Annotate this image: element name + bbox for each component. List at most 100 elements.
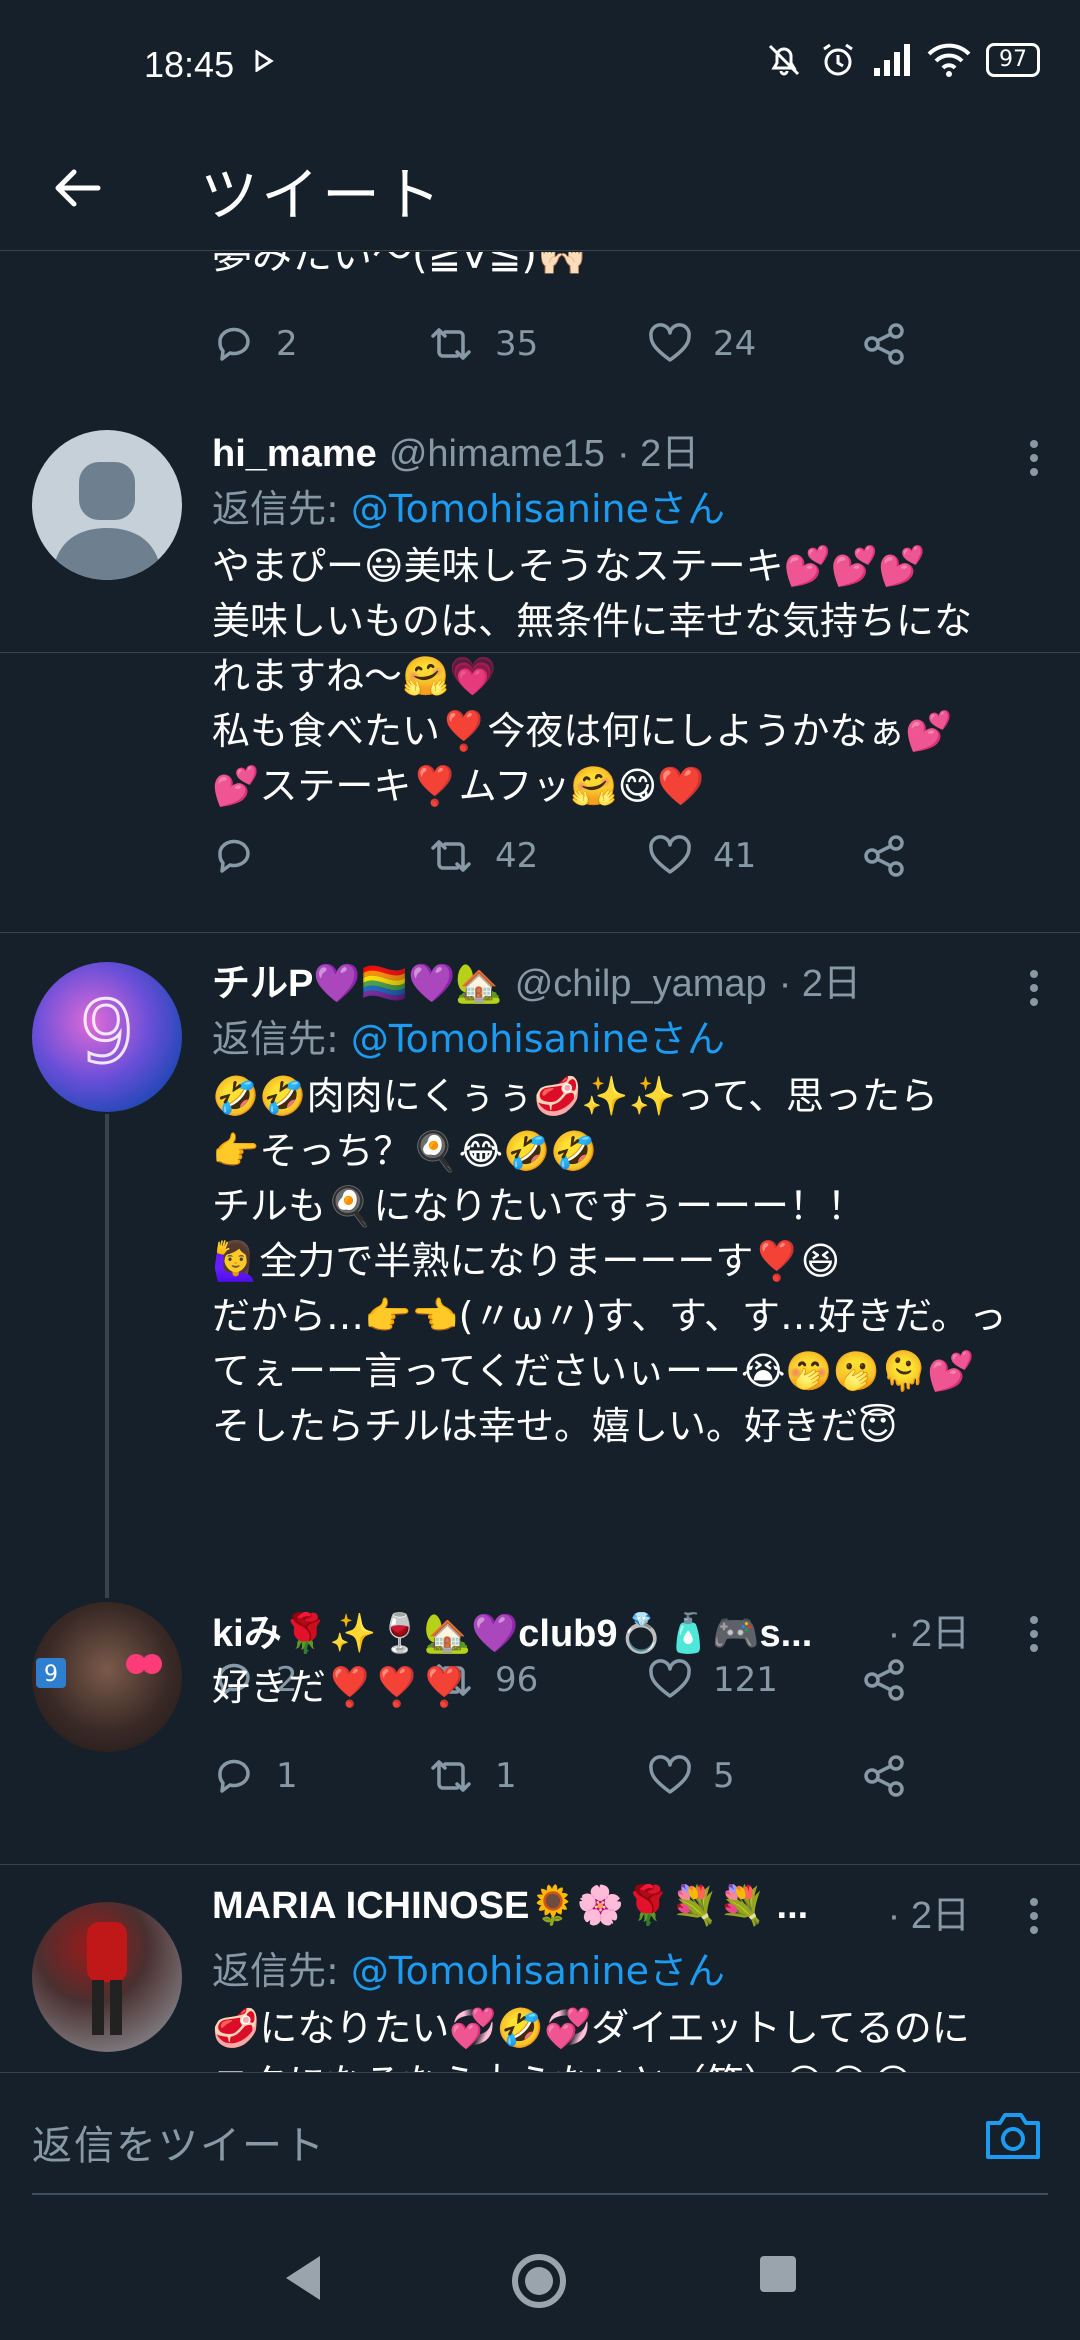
status-icons: 97 — [764, 40, 1040, 80]
more-options-icon[interactable] — [1030, 440, 1040, 482]
display-name[interactable]: hi_mame — [212, 433, 377, 474]
app-header: ツイート — [0, 130, 1080, 251]
avatar-person-photo — [87, 1922, 127, 2035]
tweet-content: MARIA ICHINOSE🌻🌸🌹💐💐 ... · 2日 返信先: @Tomoh… — [212, 1884, 1050, 2072]
retweet-icon — [431, 328, 471, 360]
like-button[interactable]: 24 — [647, 322, 756, 366]
retweet-count: 35 — [495, 324, 539, 364]
tweet-text: 🤣🤣肉肉にくぅぅ🥩✨✨って、思ったら 👉そっち？🍳😂🤣🤣 チルも🍳になりたいです… — [212, 1074, 1007, 1448]
like-count: 24 — [713, 324, 757, 364]
tweet-content: チルP💜🏳️‍🌈💜🏡 @chilp_yamap · 2日 返信先: @Tomoh… — [212, 952, 1050, 1454]
tweet-header: MARIA ICHINOSE🌻🌸🌹💐💐 ... · 2日 — [212, 1884, 1050, 1936]
like-count: 5 — [713, 1756, 735, 1796]
heart-icon — [649, 323, 691, 362]
reply-button[interactable]: 2 — [212, 322, 298, 366]
tweet-content: hi_mame @himame15 · 2日 返信先: @Tomohisanin… — [212, 422, 1050, 814]
reply-icon — [218, 1759, 250, 1793]
back-arrow-icon[interactable] — [50, 160, 106, 216]
reply-icon — [218, 327, 250, 361]
like-button[interactable]: 41 — [647, 834, 756, 878]
share-button[interactable] — [862, 834, 908, 878]
tweet-kimi[interactable]: 9 kiみ🌹✨🍷🏡💜club9💍🧴🎮s... · 2日 好きだ❣️❣️❣️ 1 … — [0, 1602, 1080, 1865]
status-time: 18:45 — [144, 44, 235, 85]
reply-bar: 返信をツイート — [0, 2072, 1080, 2213]
reply-icon — [218, 839, 250, 873]
play-icon — [255, 50, 274, 72]
reply-to-line: 返信先: @Tomohisanineさん — [212, 1940, 1050, 1995]
retweet-count: 42 — [495, 836, 539, 876]
retweet-button[interactable]: 35 — [427, 322, 538, 366]
svg-text:9: 9 — [80, 983, 135, 1083]
tweet-time: · 2日 — [778, 963, 862, 1004]
avatar[interactable] — [32, 1902, 182, 2052]
tweet-header: kiみ🌹✨🍷🏡💜club9💍🧴🎮s... · 2日 — [212, 1602, 1050, 1654]
share-icon — [864, 323, 904, 365]
battery-indicator: 97 — [986, 43, 1040, 77]
reply-to-mention[interactable]: @Tomohisanineさん — [351, 1949, 725, 1993]
avatar[interactable]: 9 — [32, 1602, 182, 1752]
heart-icon — [649, 1755, 691, 1794]
tweet-text: 夢みたい〜(≧∇≦)🙌🏻 — [212, 252, 587, 278]
reply-to-prefix: 返信先: — [212, 1949, 351, 1993]
avatar[interactable]: 9 — [32, 962, 182, 1112]
reply-count: 2 — [276, 324, 298, 364]
tweet-time: · 2日 — [887, 1895, 970, 1936]
tweet-hi-mame[interactable]: hi_mame @himame15 · 2日 返信先: @Tomohisanin… — [0, 404, 1080, 933]
default-avatar-icon — [52, 462, 162, 580]
like-count: 41 — [713, 836, 757, 876]
reply-button[interactable]: 1 — [212, 1754, 298, 1798]
tweet-header: チルP💜🏳️‍🌈💜🏡 @chilp_yamap · 2日 — [212, 952, 1050, 1004]
more-options-icon[interactable] — [1030, 970, 1040, 1012]
share-button[interactable] — [862, 1754, 908, 1798]
tweet-text: 🥩になりたい💞🤣💞ダイエットしてるのに ニクになるなら太らないと（笑）😂😂😂 — [212, 2006, 970, 2072]
wifi-icon — [927, 43, 971, 77]
tweet-text: 好きだ❣️❣️❣️ — [212, 1665, 468, 1709]
signal-icon — [874, 44, 910, 76]
tweet-maria[interactable]: MARIA ICHINOSE🌻🌸🌹💐💐 ... · 2日 返信先: @Tomoh… — [0, 1866, 1080, 2072]
mute-bell-icon — [768, 44, 800, 76]
reply-to-prefix: 返信先: — [212, 1017, 351, 1061]
avatar[interactable] — [32, 430, 182, 580]
share-button[interactable] — [862, 322, 908, 366]
retweet-icon — [431, 1760, 471, 1792]
more-options-icon[interactable] — [1030, 1898, 1040, 1940]
reply-to-mention[interactable]: @Tomohisanineさん — [351, 1017, 725, 1061]
tweet-actions: 2 35 24 — [212, 322, 972, 382]
reply-to-line: 返信先: @Tomohisanineさん — [212, 478, 1050, 533]
nav-recents-icon[interactable] — [756, 2252, 800, 2296]
retweet-icon — [431, 840, 471, 872]
nav-back-icon[interactable] — [280, 2252, 328, 2304]
share-icon — [864, 835, 904, 877]
display-name[interactable]: kiみ🌹✨🍷🏡💜club9💍🧴🎮s... — [212, 1602, 812, 1654]
retweet-button[interactable]: 42 — [427, 834, 538, 878]
user-handle[interactable]: @chilp_yamap — [515, 963, 767, 1004]
reply-button[interactable] — [212, 834, 276, 878]
display-name[interactable]: MARIA ICHINOSE🌻🌸🌹💐💐 ... — [212, 1884, 808, 1936]
user-handle[interactable]: @himame15 — [389, 433, 605, 474]
page-title: ツイート — [200, 161, 445, 229]
nav-home-icon[interactable] — [510, 2252, 568, 2310]
display-name[interactable]: チルP💜🏳️‍🌈💜🏡 — [212, 963, 503, 1004]
tweet-actions: 1 1 5 — [212, 1754, 972, 1814]
reply-input[interactable]: 返信をツイート — [32, 2113, 326, 2171]
alarm-icon — [823, 43, 853, 76]
retweet-count: 1 — [495, 1756, 517, 1796]
system-nav-bar — [0, 2212, 1080, 2340]
tweet-feed[interactable]: 夢みたい〜(≧∇≦)🙌🏻 2 35 24 hi_mame @himame15 ·… — [0, 252, 1080, 2072]
share-icon — [864, 1755, 904, 1797]
reply-count: 1 — [276, 1756, 298, 1796]
tweet-text: やまぴー😃美味しそうなステーキ💕💕💕 美味しいものは、無条件に幸せな気持ちにな … — [212, 544, 973, 808]
reply-to-mention[interactable]: @Tomohisanineさん — [351, 487, 725, 531]
tweet-actions: 42 41 — [212, 834, 972, 894]
retweet-button[interactable]: 1 — [427, 1754, 517, 1798]
camera-icon[interactable] — [984, 2109, 1042, 2161]
reply-to-prefix: 返信先: — [212, 487, 351, 531]
more-options-icon[interactable] — [1030, 1616, 1040, 1658]
status-bar: 18:45 97 — [0, 0, 1080, 130]
tweet-header: hi_mame @himame15 · 2日 — [212, 422, 1050, 474]
like-button[interactable]: 5 — [647, 1754, 735, 1798]
svg-text:9: 9 — [44, 1662, 58, 1687]
heart-icon — [649, 835, 691, 874]
tweet-time: · 2日 — [887, 1613, 970, 1654]
avatar-badge-9: 9 — [36, 1654, 162, 1688]
